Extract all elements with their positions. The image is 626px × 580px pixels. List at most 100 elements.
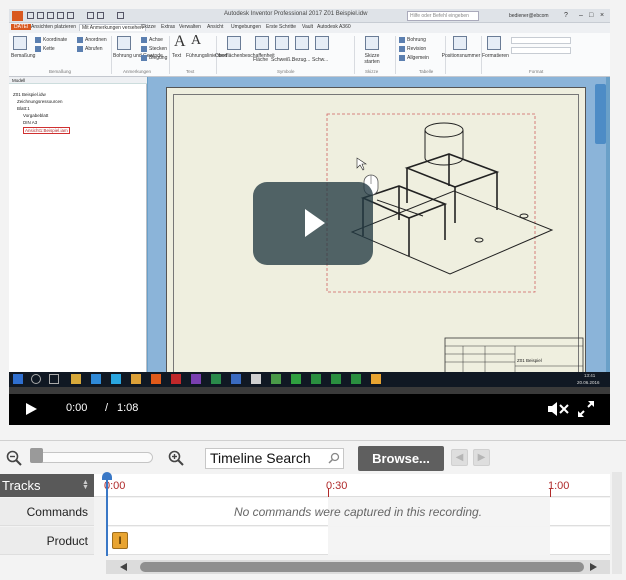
time-ruler[interactable]: 0:00 0:30 1:00	[94, 474, 610, 497]
ribbon-tab: Ansichten platzieren	[31, 24, 77, 30]
fullscreen-icon[interactable]	[577, 400, 595, 418]
minimize-icon: –	[579, 12, 583, 19]
app-icon	[331, 374, 341, 384]
help-icon: ?	[564, 12, 568, 19]
arrange-icon	[77, 37, 83, 43]
ribbon-item: Kette	[43, 46, 55, 52]
ribbon-item: Anordnen	[85, 37, 107, 43]
horizontal-scrollbar[interactable]	[106, 560, 610, 574]
open-icon	[37, 12, 44, 19]
balloon-icon	[453, 36, 467, 50]
ribbon-tab: DATEI	[11, 24, 32, 30]
ribbon-tab: Verwalten	[179, 24, 201, 30]
ribbon-item: Bezug...	[292, 57, 311, 63]
timeline-toolbar: Timeline Search Browse... ◀ ▶	[0, 440, 626, 472]
taskbar-date: 20.06.2016	[577, 380, 600, 385]
horizontal-scroll-thumb[interactable]	[140, 562, 584, 572]
previous-button[interactable]: ◀	[451, 449, 468, 466]
model-browser-title: Modell	[12, 78, 26, 83]
ribbon-item: Oberflächenbeschaffenheit	[215, 53, 275, 59]
divider	[111, 36, 112, 74]
help-search-field: Hilfe oder Befehl eingeben	[407, 11, 479, 21]
windows-taskbar: 13:41 20.06.2016	[9, 372, 610, 387]
scroll-left-arrow[interactable]	[120, 563, 127, 571]
user-name: bediener@ebcom	[509, 13, 549, 19]
navigation-bar	[595, 84, 606, 144]
inventor-product-icon[interactable]: I	[112, 532, 128, 549]
ordinate-icon	[35, 37, 41, 43]
video-player[interactable]: Autodesk Inventor Professional 2017 Z01 …	[9, 9, 610, 425]
ribbon-item: Koordinate	[43, 37, 68, 43]
layer-dropdown	[511, 47, 571, 54]
zoom-out-icon[interactable]	[6, 450, 22, 466]
ribbon-item: Schweiß...	[271, 57, 295, 63]
print-icon	[97, 12, 104, 19]
retrieve-icon	[77, 46, 83, 52]
ribbon-item: Bemaßung	[11, 53, 36, 59]
commands-track[interactable]: No commands were captured in this record…	[106, 498, 610, 526]
axis-icon	[141, 37, 147, 43]
browse-button[interactable]: Browse...	[358, 446, 444, 471]
track-label-product: Product	[0, 527, 94, 555]
save-icon	[47, 12, 54, 19]
dimension-icon	[13, 36, 27, 50]
playhead[interactable]	[106, 474, 108, 556]
timeline-search-input[interactable]: Timeline Search	[205, 448, 344, 469]
recording-player: Autodesk Inventor Professional 2017 Z01 …	[0, 0, 626, 580]
ribbon-tab: Autodesk A360	[317, 24, 351, 30]
app-icon	[271, 374, 281, 384]
play-button[interactable]	[26, 403, 37, 415]
model-browser: Modell Z01 Beispiel.idw Zeichnungsressou…	[9, 77, 147, 372]
ribbon-item: Achse	[149, 37, 163, 43]
mute-icon[interactable]	[547, 402, 569, 416]
weld-symbol-icon	[315, 36, 329, 50]
bend-icon	[141, 55, 147, 61]
timeline: Tracks ▲ ▼ 0:00 0:30 1:00 Commands No com…	[0, 472, 626, 580]
home-icon	[87, 12, 94, 19]
video-progress-bar[interactable]	[9, 387, 610, 394]
divider	[395, 36, 396, 74]
track-shade	[328, 527, 550, 555]
ribbon-item: Stecken	[149, 46, 168, 52]
style-dropdown	[511, 37, 571, 44]
next-button[interactable]: ▶	[473, 449, 490, 466]
ribbon-item: Fläche	[253, 57, 269, 63]
chrome-icon	[131, 374, 141, 384]
app-icon	[351, 374, 361, 384]
zoom-slider-thumb[interactable]	[30, 448, 43, 463]
ribbon-item: Positionsnummer	[441, 53, 481, 59]
ribbon-item: Text	[172, 53, 182, 59]
zoom-slider[interactable]	[32, 452, 153, 463]
text-icon: A	[174, 33, 186, 50]
app-icon	[291, 374, 301, 384]
scroll-right-arrow[interactable]	[590, 563, 597, 571]
tick-mark	[328, 488, 329, 497]
tracks-header[interactable]: Tracks ▲ ▼	[0, 474, 94, 497]
assembly-drawing	[326, 113, 584, 377]
tick-mark	[550, 488, 551, 497]
start-sketch-icon	[365, 36, 379, 50]
pdf-icon	[171, 374, 181, 384]
product-track[interactable]: I	[106, 527, 610, 555]
ribbon-tab: Skizze	[141, 24, 156, 30]
ribbon-group-label: Symbole	[277, 69, 295, 74]
big-play-button[interactable]	[253, 182, 373, 265]
explorer-icon	[71, 374, 81, 384]
search-icon[interactable]	[328, 452, 340, 464]
title-block-text: Z01 Beispiel	[517, 358, 542, 363]
window-title: Autodesk Inventor Professional 2017 Z01 …	[224, 11, 368, 17]
browser-item: Blatt:1	[17, 106, 30, 111]
drawing-sheet: Z01 Beispiel	[166, 87, 586, 380]
taskbar-time: 13:41	[584, 373, 596, 378]
inventor-taskbar-icon	[371, 374, 381, 384]
zoom-in-icon[interactable]	[168, 450, 184, 466]
vertical-scrollbar[interactable]	[612, 472, 622, 574]
surface-icon	[255, 36, 269, 50]
ribbon-group-label: Tabelle	[419, 69, 434, 74]
measure-icon	[117, 12, 124, 19]
browser-item: Z01 Beispiel.idw	[13, 92, 46, 97]
surface-texture-icon	[227, 36, 241, 50]
play-icon	[305, 209, 325, 237]
app-icon	[211, 374, 221, 384]
browser-item-selected: Ansicht1:Beispiel.iam	[23, 127, 70, 134]
